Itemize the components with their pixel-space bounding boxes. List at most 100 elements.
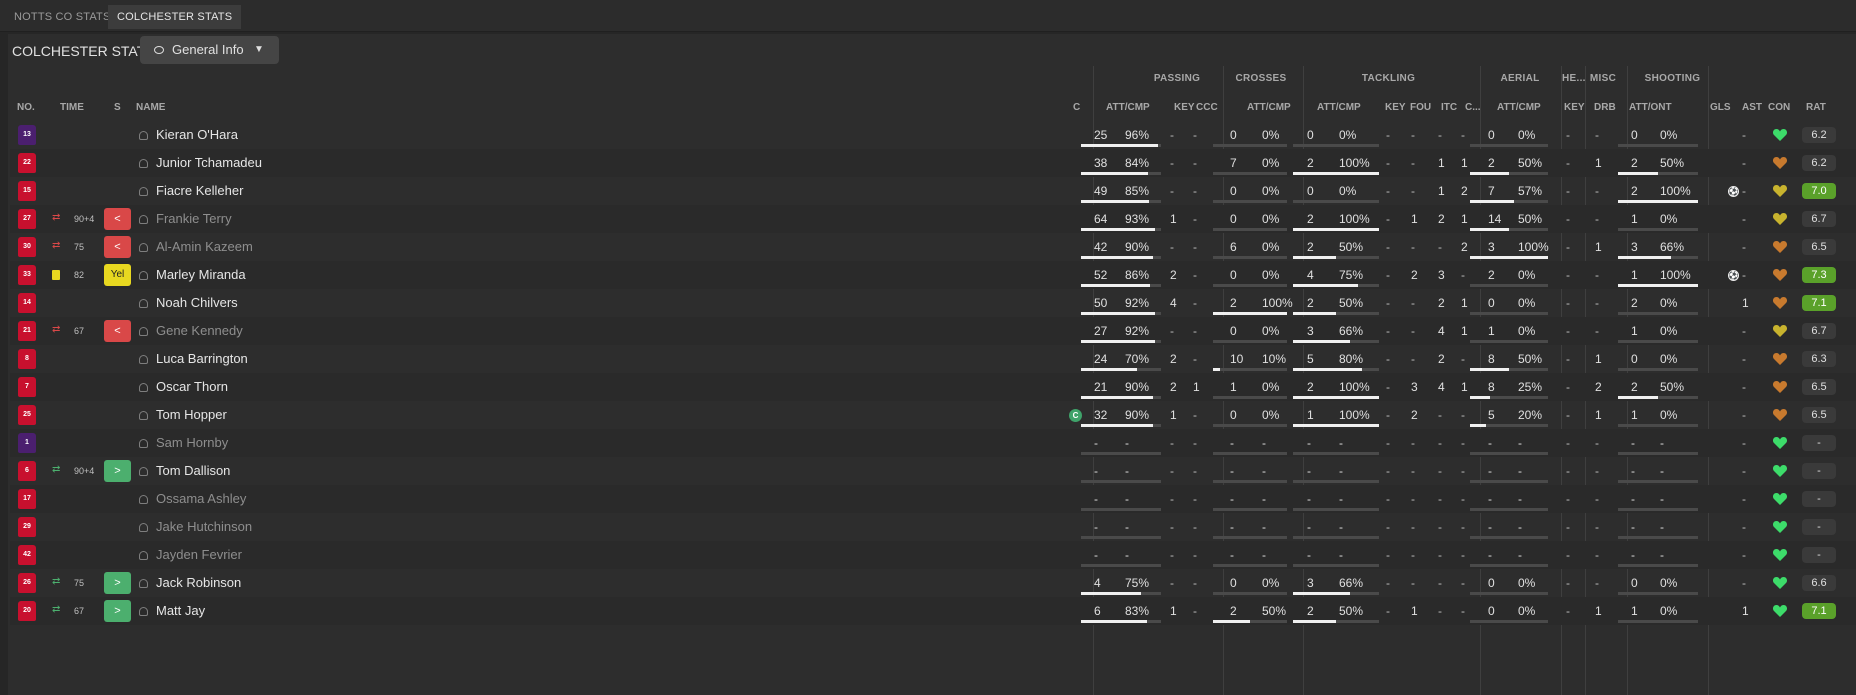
pkey-value: 1 bbox=[1170, 408, 1177, 422]
status-badge[interactable]: Yel bbox=[104, 264, 131, 286]
player-name[interactable]: Tom Hopper bbox=[156, 401, 227, 429]
tab-notts-co-stats[interactable]: NOTTS CO STATS bbox=[5, 5, 120, 29]
table-row[interactable]: 6 ⇄ 90+4 > Tom Dallison - - - - - - - - - - - - - - - - - - - - bbox=[10, 457, 1856, 485]
player-name[interactable]: Sam Hornby bbox=[156, 429, 228, 457]
column-header-12[interactable]: ITC bbox=[1441, 102, 1457, 114]
player-name[interactable]: Ossama Ashley bbox=[156, 485, 246, 513]
table-row[interactable]: 17 Ossama Ashley - - - - - - - - - - - - - - - - - - - - bbox=[10, 485, 1856, 513]
player-name[interactable]: Tom Dallison bbox=[156, 457, 230, 485]
hkey-value: - bbox=[1566, 464, 1570, 478]
c-value: 2 bbox=[1461, 184, 1468, 198]
column-header-18[interactable]: GLS bbox=[1710, 102, 1731, 114]
table-row[interactable]: 7 Oscar Thorn 21 90% 1 0% 2 100% 8 25% 2 50% 2 1-3 4 1-… bbox=[10, 373, 1856, 401]
drb-value: - bbox=[1595, 212, 1599, 226]
player-name[interactable]: Al-Amin Kazeem bbox=[156, 233, 253, 261]
drb-value: - bbox=[1595, 268, 1599, 282]
bar-fill bbox=[1213, 312, 1287, 315]
table-row[interactable]: 1 Sam Hornby - - - - - - - - - - - - - - - - - - - - bbox=[10, 429, 1856, 457]
column-header-14[interactable]: ATT/CMP bbox=[1497, 102, 1541, 114]
shot-bar bbox=[1618, 620, 1698, 623]
player-name[interactable]: Fiacre Kelleher bbox=[156, 177, 243, 205]
player-name[interactable]: Marley Miranda bbox=[156, 261, 246, 289]
table-row[interactable]: 21 ⇄ 67 < Gene Kennedy 27 92% 0 0% 3 66% 1 0% 1 0% - - - -… bbox=[10, 317, 1856, 345]
status-badge[interactable]: < bbox=[104, 208, 131, 230]
table-row[interactable]: 8 Luca Barrington 24 70% 10 10% 5 80% 8 50% 0 0% 2- -… bbox=[10, 345, 1856, 373]
column-header-13[interactable]: C... bbox=[1465, 102, 1481, 114]
hkey-value: - bbox=[1566, 184, 1570, 198]
rating-badge: 6.7 bbox=[1802, 211, 1836, 227]
column-header-9[interactable]: ATT/CMP bbox=[1317, 102, 1361, 114]
table-row[interactable]: 29 Jake Hutchinson - - - - - - - - - - - - - - - - - - - - bbox=[10, 513, 1856, 541]
column-header-6[interactable]: KEY bbox=[1174, 102, 1195, 114]
column-header-21[interactable]: RAT bbox=[1806, 102, 1826, 114]
column-header-3[interactable]: NAME bbox=[136, 102, 165, 114]
ast-value: - bbox=[1742, 184, 1746, 198]
table-row[interactable]: 13 Kieran O'Hara 25 96% 0 0% 0 0% 0 0% 0 0% - - - - - - - -… bbox=[10, 121, 1856, 149]
column-header-16[interactable]: DRB bbox=[1594, 102, 1616, 114]
player-name[interactable]: Noah Chilvers bbox=[156, 289, 238, 317]
player-name[interactable]: Jack Robinson bbox=[156, 569, 241, 597]
ast-value: - bbox=[1742, 408, 1746, 422]
bar-fill bbox=[1213, 368, 1220, 371]
table-row[interactable]: 42 Jayden Fevrier - - - - - - - - - - - - - - - - - - - - bbox=[10, 541, 1856, 569]
player-name[interactable]: Junior Tchamadeu bbox=[156, 149, 262, 177]
cross-bar bbox=[1213, 228, 1287, 231]
bar-fill bbox=[1293, 396, 1379, 399]
player-name[interactable]: Gene Kennedy bbox=[156, 317, 243, 345]
table-row[interactable]: 33 82 Yel Marley Miranda 52 86% 0 0% 4 75% 2 0% 1 100… bbox=[10, 261, 1856, 289]
table-row[interactable]: 20 ⇄ 67 > Matt Jay 6 83% 2 50% 2 50% 0 0% 1 0% 1- -1- - -1… bbox=[10, 597, 1856, 625]
ccc-value: - bbox=[1193, 212, 1197, 226]
column-header-19[interactable]: AST bbox=[1742, 102, 1762, 114]
table-row[interactable]: 15 Fiacre Kelleher 49 85% 0 0% 0 0% 7 57% 2 100% - - -… bbox=[10, 177, 1856, 205]
player-name[interactable]: Kieran O'Hara bbox=[156, 121, 238, 149]
status-badge[interactable]: > bbox=[104, 600, 131, 622]
column-header-1[interactable]: TIME bbox=[60, 102, 84, 114]
player-name[interactable]: Matt Jay bbox=[156, 597, 205, 625]
view-dropdown[interactable]: General Info ▼ bbox=[140, 36, 279, 64]
tkey-value: - bbox=[1386, 352, 1390, 366]
table-row[interactable]: 22 Junior Tchamadeu 38 84% 7 0% 2 100% 2 50% 2 50% -… bbox=[10, 149, 1856, 177]
column-header-11[interactable]: FOU bbox=[1410, 102, 1431, 114]
player-name[interactable]: Jake Hutchinson bbox=[156, 513, 252, 541]
cross-bar bbox=[1213, 536, 1287, 539]
column-header-7[interactable]: CCC bbox=[1196, 102, 1218, 114]
tkey-value: - bbox=[1386, 156, 1390, 170]
status-badge[interactable]: < bbox=[104, 236, 131, 258]
table-row[interactable]: 25 Tom Hopper C 32 90% 0 0% 1 100% 5 20% 1 0% 1- -2- - -… bbox=[10, 401, 1856, 429]
sub-minute: 82 bbox=[74, 270, 85, 280]
player-name[interactable]: Oscar Thorn bbox=[156, 373, 228, 401]
aer-bar bbox=[1470, 452, 1548, 455]
table-row[interactable]: 30 ⇄ 75 < Al-Amin Kazeem 42 90% 6 0% 2 50% 3 100% 3 66… bbox=[10, 233, 1856, 261]
person-icon bbox=[139, 607, 148, 616]
table-row[interactable]: 27 ⇄ 90+4 < Frankie Terry 64 93% 0 0% 2 100% 14 50% 1… bbox=[10, 205, 1856, 233]
column-header-0[interactable]: NO. bbox=[17, 102, 35, 114]
status-badge[interactable]: > bbox=[104, 572, 131, 594]
column-header-8[interactable]: ATT/CMP bbox=[1247, 102, 1291, 114]
rating-badge: - bbox=[1802, 519, 1836, 535]
column-header-2[interactable]: S bbox=[114, 102, 121, 114]
table-row[interactable]: 14 Noah Chilvers 50 92% 2 100% 2 50% 0 0% 2 0% 4- - -2… bbox=[10, 289, 1856, 317]
column-header-10[interactable]: KEY bbox=[1385, 102, 1406, 114]
column-header-15[interactable]: KEY bbox=[1564, 102, 1585, 114]
hkey-value: - bbox=[1566, 156, 1570, 170]
column-header-17[interactable]: ATT/ONT bbox=[1629, 102, 1672, 114]
hkey-value: - bbox=[1566, 268, 1570, 282]
player-name[interactable]: Frankie Terry bbox=[156, 205, 232, 233]
pkey-value: - bbox=[1170, 464, 1174, 478]
status-badge[interactable]: < bbox=[104, 320, 131, 342]
column-header-4[interactable]: C bbox=[1073, 102, 1080, 114]
c-value: - bbox=[1461, 128, 1465, 142]
column-header-20[interactable]: CON bbox=[1768, 102, 1790, 114]
tkey-value: - bbox=[1386, 604, 1390, 618]
table-row[interactable]: 26 ⇄ 75 > Jack Robinson 4 75% 0 0% 3 66% 0 0% 0 0% - - - -… bbox=[10, 569, 1856, 597]
c-value: 2 bbox=[1461, 240, 1468, 254]
shot-bar bbox=[1618, 396, 1698, 399]
player-name[interactable]: Jayden Fevrier bbox=[156, 541, 242, 569]
bar-fill bbox=[1470, 228, 1509, 231]
tab-colchester-stats[interactable]: COLCHESTER STATS bbox=[108, 5, 242, 29]
pass-bar bbox=[1081, 452, 1161, 455]
status-badge[interactable]: > bbox=[104, 460, 131, 482]
player-name[interactable]: Luca Barrington bbox=[156, 345, 248, 373]
column-header-5[interactable]: ATT/CMP bbox=[1106, 102, 1150, 114]
c-value: - bbox=[1461, 464, 1465, 478]
